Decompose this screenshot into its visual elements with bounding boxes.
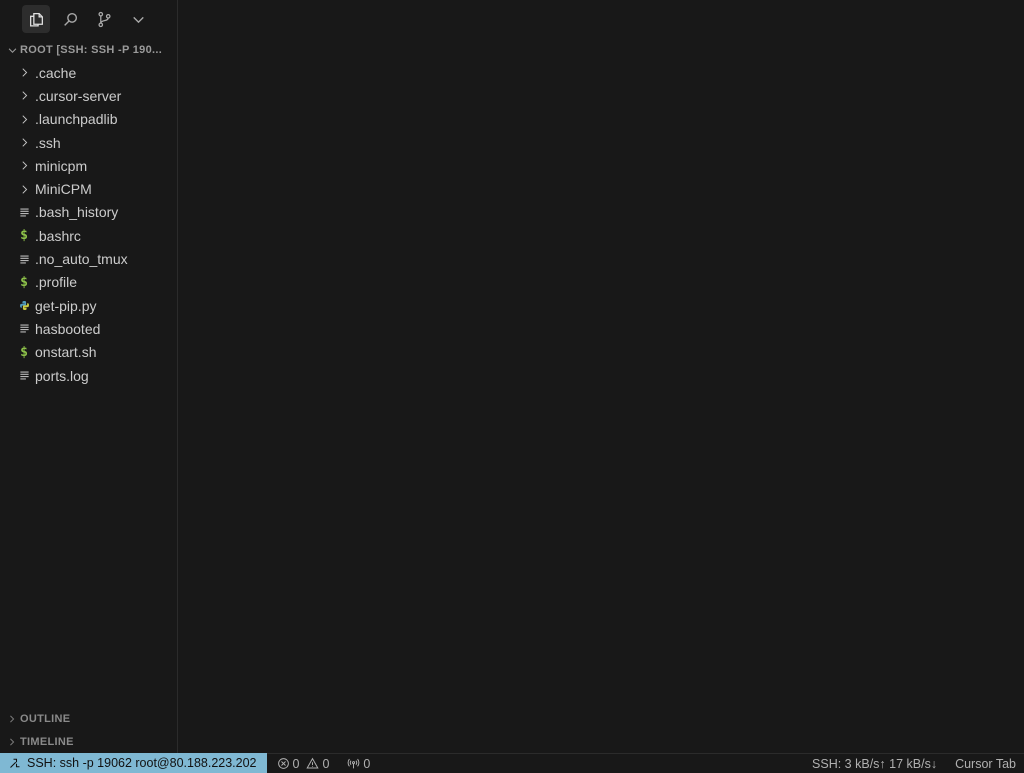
remote-label: SSH: ssh -p 19062 root@80.188.223.202 [27,756,257,770]
tab-source-control[interactable] [90,5,118,33]
explorer-root-header[interactable]: ROOT [SSH: SSH -P 190... [0,40,178,60]
text-file-icon [17,370,31,381]
error-icon [277,758,289,769]
tree-folder[interactable]: minicpm [0,154,177,177]
sidebar-tabs [22,5,152,33]
chevron-right-icon [17,90,31,101]
sidebar-panels: OUTLINE TIMELINE [0,707,177,753]
sidebar: ROOT [SSH: SSH -P 190... .cache .cursor-s… [0,0,178,753]
shell-file-icon: $ [20,228,28,244]
files-icon [29,12,43,27]
tree-item-label: .no_auto_tmux [35,251,128,268]
tree-folder[interactable]: MiniCPM [0,177,177,200]
text-file-icon [17,323,31,334]
tree-folder[interactable]: .launchpadlib [0,108,177,131]
chevron-right-icon [10,715,15,722]
broadcast-icon [348,758,360,769]
ssh-traffic[interactable]: SSH: 3 kB/s↑ 17 kB/s↓ [812,757,937,771]
tree-item-label: .cache [35,64,77,81]
chevron-down-icon [8,47,16,53]
tree-file[interactable]: .bash_history [0,201,177,224]
tree-item-label: .bashrc [35,227,81,244]
tree-file[interactable]: $ onstart.sh [0,341,177,364]
ports-indicator[interactable]: 0 [347,757,370,771]
tab-search[interactable] [56,5,84,33]
shell-file-icon: $ [20,344,28,360]
search-icon [63,12,77,26]
tree-item-label: MiniCPM [35,181,92,198]
problems-indicator[interactable]: 0 0 [277,756,330,771]
tree-file[interactable]: .no_auto_tmux [0,247,177,270]
tab-explorer[interactable] [22,5,50,33]
tree-item-label: ports.log [35,367,89,384]
tree-item-label: onstart.sh [35,344,97,361]
remote-icon [10,758,20,768]
root-folder-label: ROOT [SSH: SSH -P 190... [20,44,163,56]
tree-folder[interactable]: .ssh [0,131,177,154]
tree-file[interactable]: $ .profile [0,271,177,294]
tree-item-label: .profile [35,274,78,291]
remote-indicator[interactable]: SSH: ssh -p 19062 root@80.188.223.202 [0,753,267,773]
tree-item-label: minicpm [35,157,88,174]
warning-icon [306,757,320,769]
tree-file[interactable]: hasbooted [0,317,177,340]
tree-item-label: .launchpadlib [35,111,118,128]
editor-area[interactable] [178,0,1024,753]
error-count: 0 [292,756,300,771]
chevron-right-icon [17,114,31,125]
file-tree: .cache .cursor-server .launchpadlib .ssh min… [0,61,177,387]
tree-file[interactable]: get-pip.py [0,294,177,317]
tree-folder[interactable]: .cursor-server [0,84,177,107]
tree-item-label: get-pip.py [35,297,97,314]
python-file-icon [17,300,31,311]
text-file-icon [17,254,31,265]
shell-file-icon: $ [20,274,28,290]
tree-file[interactable]: ports.log [0,364,177,387]
text-file-icon [17,207,31,218]
chevron-right-icon [17,67,31,78]
chevron-right-icon [17,137,31,148]
outline-label: OUTLINE [20,712,71,725]
chevron-right-icon [10,738,15,745]
tree-file[interactable]: $ .bashrc [0,224,177,247]
tree-item-label: .ssh [35,134,61,151]
tree-item-label: .bash_history [35,204,119,221]
cursor-tab-status[interactable]: Cursor Tab [955,757,1016,771]
status-bar: SSH: ssh -p 19062 root@80.188.223.202 0 … [0,753,1024,773]
chevron-right-icon [17,184,31,195]
timeline-panel-header[interactable]: TIMELINE [0,730,177,753]
cursor-window: ROOT [SSH: SSH -P 190... .cache .cursor-s… [0,0,1024,773]
timeline-label: TIMELINE [20,735,74,748]
ports-count: 0 [363,756,371,771]
tree-folder[interactable]: .cache [0,61,177,84]
tree-item-label: hasbooted [35,320,101,337]
chevron-right-icon [17,160,31,171]
tab-more[interactable] [124,5,152,33]
chevron-down-icon [132,16,144,23]
source-control-icon [97,11,111,27]
outline-panel-header[interactable]: OUTLINE [0,707,177,730]
tree-item-label: .cursor-server [35,87,122,104]
warning-count: 0 [322,756,330,771]
